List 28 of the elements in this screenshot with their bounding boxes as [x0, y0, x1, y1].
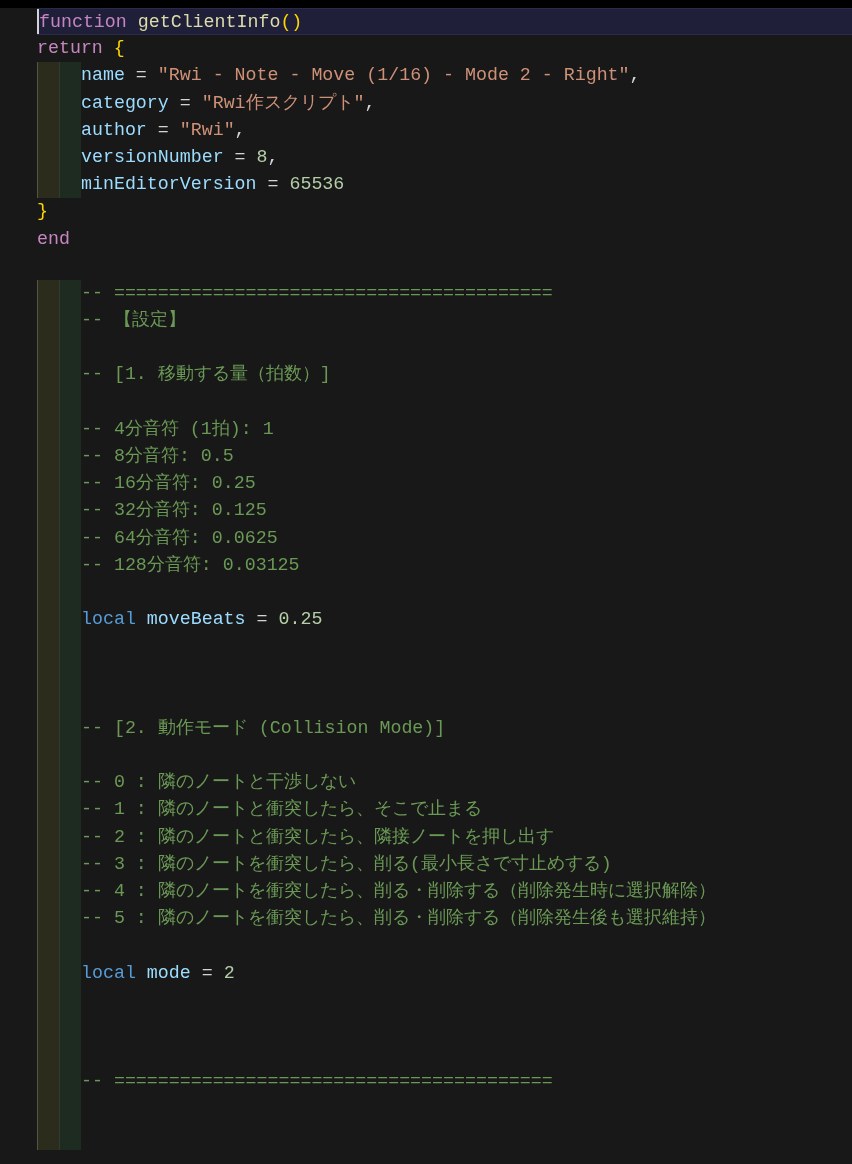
code-line: -- 4分音符 (1拍): 1 — [81, 417, 274, 441]
code-line: -- ======================================== — [81, 281, 553, 305]
code-line: author = "Rwi", — [81, 118, 246, 142]
code-line: -- [1. 移動する量（拍数）] — [81, 363, 331, 387]
code-line: -- 2 : 隣のノートと衝突したら、隣接ノートを押し出す — [81, 825, 554, 849]
code-line: -- 5 : 隣のノートを衝突したら、削る・削除する（削除発生後も選択維持） — [81, 907, 716, 931]
code-line: -- 128分音符: 0.03125 — [81, 553, 300, 577]
code-line: } — [37, 200, 48, 224]
code-line: -- 【設定】 — [81, 309, 186, 333]
code-line: name = "Rwi - Note - Move (1/16) - Mode 2 - Right", — [81, 64, 641, 88]
code-line: -- 32分音符: 0.125 — [81, 499, 267, 523]
code-line: -- [2. 動作モード (Collision Mode)] — [81, 716, 446, 740]
code-line: -- ======================================== — [81, 1070, 553, 1094]
code-line: -- 1 : 隣のノートと衝突したら、そこで止まる — [81, 798, 482, 822]
code-line: local mode = 2 — [81, 961, 235, 985]
code-line: -- 0 : 隣のノートと干渉しない — [81, 771, 356, 795]
code-line: -- 64分音符: 0.0625 — [81, 526, 278, 550]
code-line: function getClientInfo() — [39, 11, 303, 34]
code-line: versionNumber = 8, — [81, 145, 279, 169]
code-line: return { — [37, 37, 125, 61]
code-line: minEditorVersion = 65536 — [81, 173, 345, 197]
code-line: category = "Rwi作スクリプト", — [81, 91, 376, 115]
code-line: -- 8分音符: 0.5 — [81, 445, 234, 468]
code-line: -- 16分音符: 0.25 — [81, 472, 256, 496]
code-line: end — [37, 227, 70, 251]
code-line: -- 3 : 隣のノートを衝突したら、削る(最小長さで寸止めする) — [81, 852, 612, 876]
code-line: -- 4 : 隣のノートを衝突したら、削る・削除する（削除発生時に選択解除） — [81, 880, 716, 903]
code-line: local moveBeats = 0.25 — [81, 608, 323, 632]
